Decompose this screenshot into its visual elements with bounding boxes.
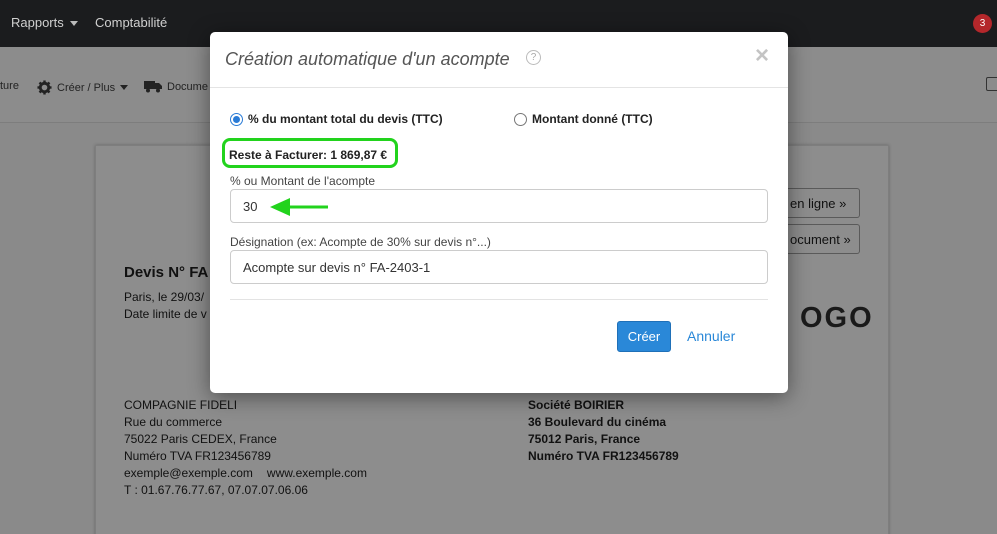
edit-icon[interactable] [986,77,997,91]
chevron-down-icon [120,85,129,90]
nav-rapports[interactable]: Rapports [11,15,78,30]
toolbar-creer-label: Créer / Plus [57,81,116,94]
document-title: Devis N° FA [124,264,209,281]
cancel-button[interactable]: Annuler [687,328,735,344]
help-icon[interactable]: ? [526,50,541,65]
notification-badge[interactable]: 3 [973,14,992,33]
recipient-vat: Numéro TVA FR123456789 [528,449,679,463]
document-button[interactable]: ocument » [780,224,860,254]
modal-title: Création automatique d'un acompte [225,49,510,69]
arrow-left-icon [270,198,328,216]
radio-percent-label: % du montant total du devis (TTC) [248,112,443,126]
radio-amount-button[interactable] [514,112,527,126]
sender-email: exemple@exemple.com [124,466,253,480]
designation-input[interactable] [230,250,768,284]
modal-header: Création automatique d'un acompte ? × [210,32,788,88]
chevron-down-icon [69,21,78,27]
company-logo: OGO [800,302,874,334]
recipient-city: 75012 Paris, France [528,432,641,446]
toolbar-documents-label: Docume [167,80,208,93]
sender-street: Rue du commerce [124,415,223,429]
recipient-name: Société BOIRIER [528,398,625,412]
sender-phone: T : 01.67.76.77.67, 07.07.07.06.06 [124,483,308,497]
radio-percent-button[interactable] [230,112,243,126]
amount-label: % ou Montant de l'acompte [230,174,376,188]
close-icon[interactable]: × [755,44,769,68]
recipient-address: Société BOIRIER 36 Boulevard du cinéma 7… [528,397,679,465]
create-button[interactable]: Créer [617,321,671,352]
radio-amount-option[interactable]: Montant donné (TTC) [514,112,653,126]
radio-amount-label: Montant donné (TTC) [532,112,653,126]
sender-city: 75022 Paris CEDEX, France [124,432,277,446]
recipient-street: 36 Boulevard du cinéma [528,415,667,429]
toolbar-facture[interactable]: ture [0,80,19,92]
online-signature-button[interactable]: en ligne » [780,188,860,218]
toolbar-creer-plus[interactable]: Créer / Plus [37,80,129,95]
nav-comptabilite-label: Comptabilité [95,15,168,30]
modal-divider [230,299,768,300]
sender-name: COMPAGNIE FIDELI [124,398,238,412]
toolbar-documents[interactable]: Docume [144,80,208,93]
sender-vat: Numéro TVA FR123456789 [124,449,271,463]
nav-comptabilite[interactable]: Comptabilité [95,15,167,30]
toolbar-facture-label: ture [0,80,19,92]
acompte-modal: Création automatique d'un acompte ? × % … [210,32,788,393]
sender-address: COMPAGNIE FIDELI Rue du commerce 75022 P… [124,397,367,499]
designation-label: Désignation (ex: Acompte de 30% sur devi… [230,235,491,249]
sender-contact: exemple@exemple.com www.exemple.com [124,465,367,482]
document-date: Paris, le 29/03/ [124,290,205,304]
truck-icon [144,81,162,93]
radio-percent-option[interactable]: % du montant total du devis (TTC) [230,112,443,126]
nav-rapports-label: Rapports [11,15,64,30]
sender-website: www.exemple.com [266,466,367,480]
reste-a-facturer: Reste à Facturer: 1 869,87 € [229,148,388,162]
document-limit-date: Date limite de v [124,307,207,321]
gear-icon [37,80,52,95]
